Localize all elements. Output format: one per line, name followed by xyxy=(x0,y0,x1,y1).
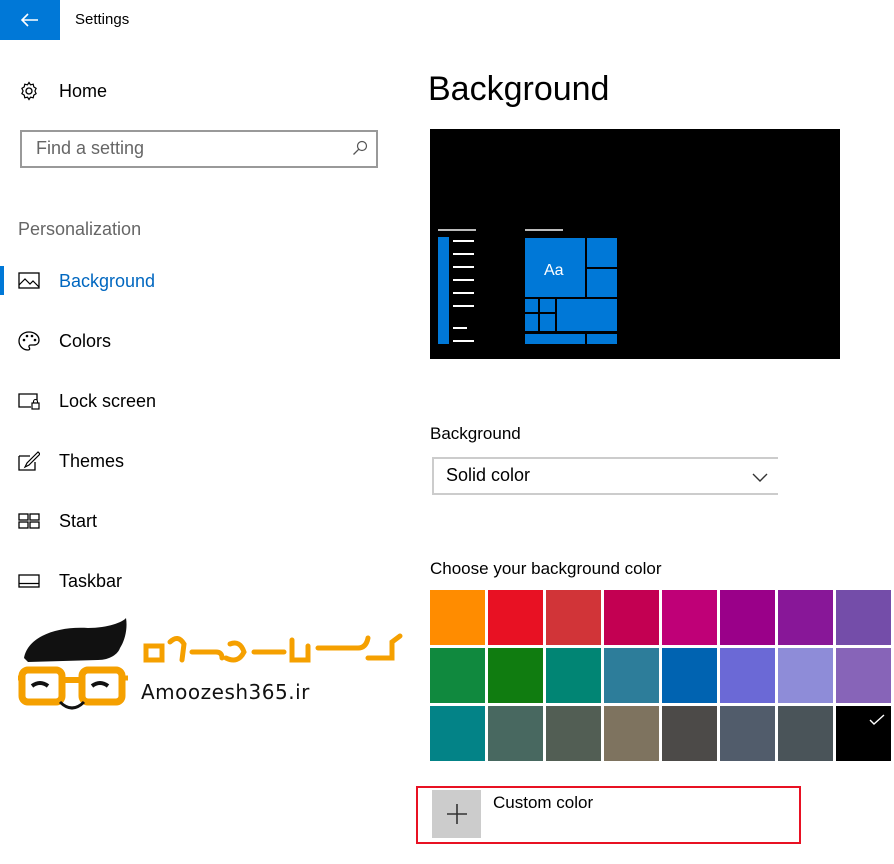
color-swatch[interactable] xyxy=(662,648,717,703)
window-title: Settings xyxy=(75,11,130,28)
gear-icon xyxy=(18,80,40,102)
color-swatch[interactable] xyxy=(604,648,659,703)
sidebar-item-background[interactable]: Background xyxy=(0,261,400,301)
palette-icon xyxy=(18,330,40,352)
background-setting-label: Background xyxy=(430,424,521,443)
watermark-site-text: Amoozesh365.ir xyxy=(141,680,310,704)
background-type-dropdown[interactable]: Solid color xyxy=(432,457,778,495)
color-swatch[interactable] xyxy=(836,590,891,645)
sidebar-item-colors[interactable]: Colors xyxy=(0,321,400,361)
color-swatch[interactable] xyxy=(546,590,601,645)
chevron-down-icon xyxy=(752,470,768,488)
watermark-logo xyxy=(18,618,408,723)
start-menu-preview: Aa xyxy=(438,229,617,344)
page-title: Background xyxy=(428,70,610,108)
plus-icon xyxy=(446,804,467,824)
color-swatch[interactable] xyxy=(836,648,891,703)
color-swatch[interactable] xyxy=(720,648,775,703)
sidebar-item-lock-screen[interactable]: Lock screen xyxy=(0,381,400,421)
dropdown-selected-value: Solid color xyxy=(446,465,531,485)
color-swatch[interactable] xyxy=(488,590,543,645)
color-swatch[interactable] xyxy=(546,706,601,761)
group-heading: Personalization xyxy=(18,219,142,239)
color-swatch[interactable] xyxy=(604,706,659,761)
color-swatch[interactable] xyxy=(604,590,659,645)
color-swatch[interactable] xyxy=(778,590,833,645)
color-swatch[interactable] xyxy=(430,706,485,761)
sidebar-item-label: Lock screen xyxy=(59,390,157,411)
taskbar-icon xyxy=(18,570,40,592)
home-nav-item[interactable]: Home xyxy=(0,71,400,111)
color-swatch[interactable] xyxy=(430,648,485,703)
picture-icon xyxy=(18,270,40,292)
search-field[interactable] xyxy=(20,130,378,168)
custom-color-label[interactable]: Custom color xyxy=(493,793,593,813)
color-swatch[interactable] xyxy=(430,590,485,645)
sidebar-item-label: Themes xyxy=(59,450,125,471)
start-layout-icon xyxy=(18,510,40,532)
back-button[interactable] xyxy=(0,0,60,40)
back-arrow-icon xyxy=(21,13,38,27)
color-swatch[interactable] xyxy=(488,648,543,703)
sidebar-item-label: Background xyxy=(59,270,156,291)
sidebar-item-label: Taskbar xyxy=(59,570,123,591)
sidebar-item-taskbar[interactable]: Taskbar xyxy=(0,561,400,601)
home-label: Home xyxy=(59,80,108,101)
color-swatch[interactable] xyxy=(720,590,775,645)
themes-brush-icon xyxy=(18,450,40,472)
preview-sample-text: Aa xyxy=(544,262,564,279)
color-swatch[interactable] xyxy=(488,706,543,761)
color-swatch[interactable] xyxy=(836,706,891,761)
sidebar-item-label: Start xyxy=(59,510,98,531)
color-swatch[interactable] xyxy=(662,590,717,645)
custom-color-button[interactable] xyxy=(432,790,481,838)
color-swatch[interactable] xyxy=(720,706,775,761)
search-icon[interactable] xyxy=(352,140,368,161)
color-swatch[interactable] xyxy=(662,706,717,761)
color-swatch[interactable] xyxy=(778,706,833,761)
checkmark-icon xyxy=(869,714,885,725)
lock-screen-icon xyxy=(18,390,40,412)
search-input[interactable] xyxy=(22,132,346,164)
desktop-preview: Aa xyxy=(430,129,840,359)
sidebar-item-label: Colors xyxy=(59,330,112,351)
sidebar-item-themes[interactable]: Themes xyxy=(0,441,400,481)
color-section-label: Choose your background color xyxy=(430,559,662,578)
color-swatch[interactable] xyxy=(778,648,833,703)
sidebar-item-start[interactable]: Start xyxy=(0,501,400,541)
color-swatch[interactable] xyxy=(546,648,601,703)
